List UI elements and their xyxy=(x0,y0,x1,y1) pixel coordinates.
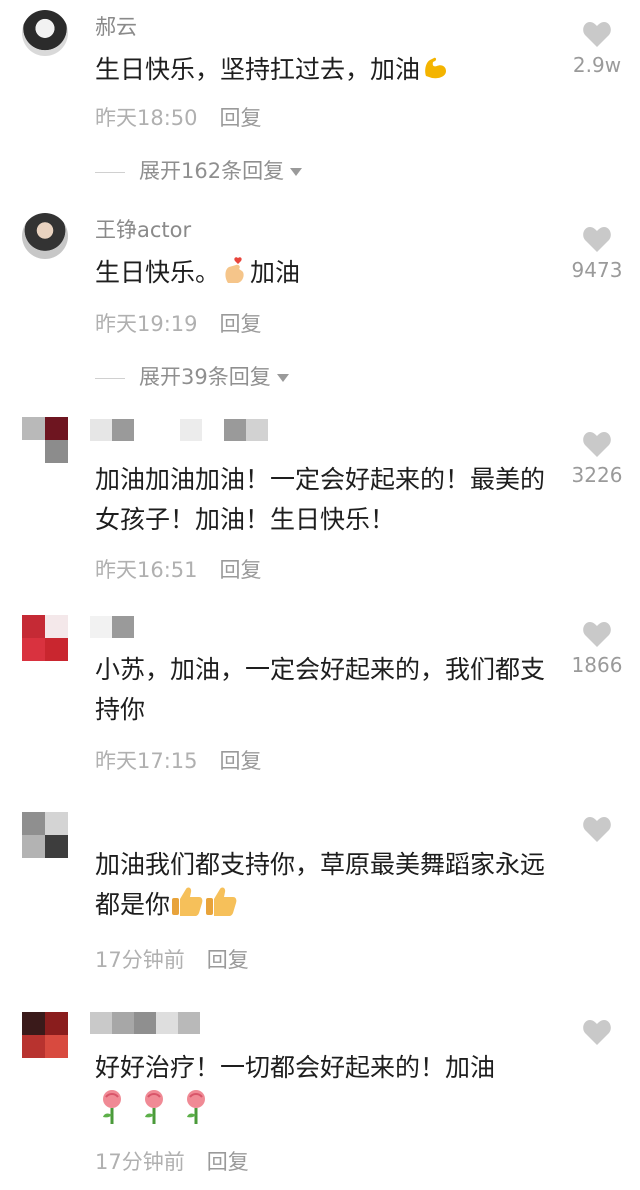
like-button[interactable]: 9473 xyxy=(562,225,632,283)
comment-username[interactable]: 王铮actor xyxy=(95,216,191,244)
heart-icon xyxy=(583,227,611,252)
like-count: 9473 xyxy=(571,258,623,282)
like-button[interactable]: 1866 xyxy=(562,620,632,678)
finger-heart-icon xyxy=(220,255,250,297)
expand-replies-label: 展开162条回复 xyxy=(139,159,285,183)
like-button[interactable] xyxy=(562,815,632,873)
comment-time: 17分钟前 xyxy=(95,948,185,972)
comment-meta: 17分钟前 回复 xyxy=(95,945,249,975)
comment-item: 王铮actor 生日快乐。 加油 昨天19:19 回复 展开39条回复 9473 xyxy=(0,205,640,405)
heart-icon xyxy=(583,817,611,842)
like-count xyxy=(562,847,632,873)
thumbs-up-icon xyxy=(204,885,238,929)
heart-icon xyxy=(583,22,611,47)
avatar[interactable] xyxy=(22,417,68,463)
heart-icon xyxy=(583,432,611,457)
comment-item: 好好治疗！一切都会好起来的！加油 17分钟前 回复 xyxy=(0,1000,640,1190)
comment-text: 加油我们都支持你，草原最美舞蹈家永远都是你 xyxy=(95,845,565,929)
like-count: 3226 xyxy=(571,463,623,487)
chevron-down-icon xyxy=(290,168,303,176)
comment-time: 昨天16:51 xyxy=(95,558,198,582)
comment-time: 17分钟前 xyxy=(95,1150,185,1174)
rose-icon xyxy=(179,1088,213,1138)
comment-meta: 昨天16:51 回复 xyxy=(95,555,262,585)
reply-button[interactable]: 回复 xyxy=(220,558,262,582)
expand-replies-label: 展开39条回复 xyxy=(139,365,271,389)
comment-text: 好好治疗！一切都会好起来的！加油 xyxy=(95,1048,565,1138)
avatar[interactable] xyxy=(22,615,68,661)
like-button[interactable]: 2.9w xyxy=(562,20,632,78)
username-redacted xyxy=(90,1012,200,1034)
like-count xyxy=(562,1050,632,1076)
like-count: 1866 xyxy=(571,653,623,677)
reply-button[interactable]: 回复 xyxy=(220,106,262,130)
comment-text: 小苏，加油，一定会好起来的，我们都支持你 xyxy=(95,655,546,724)
username-redacted xyxy=(90,419,268,441)
comment-username[interactable]: 郝云 xyxy=(95,13,137,41)
comment-time: 昨天18:50 xyxy=(95,106,198,130)
avatar[interactable] xyxy=(22,213,68,259)
comment-item: 加油加油加油！一定会好起来的！最美的女孩子！加油！生日快乐！ 昨天16:51 回复… xyxy=(0,405,640,610)
comment-time: 昨天19:19 xyxy=(95,312,198,336)
comment-item: 小苏，加油，一定会好起来的，我们都支持你 昨天17:15 回复 1866 xyxy=(0,610,640,800)
comment-item: 郝云 生日快乐，坚持扛过去，加油 昨天18:50 回复 展开162条回复 2.9w xyxy=(0,0,640,205)
rose-icon xyxy=(95,1088,129,1138)
rose-icon xyxy=(137,1088,171,1138)
heart-icon xyxy=(583,1020,611,1045)
divider-line xyxy=(95,377,125,379)
comment-text: 生日快乐。 加油 xyxy=(95,253,565,297)
reply-button[interactable]: 回复 xyxy=(220,312,262,336)
flexed-biceps-icon xyxy=(420,52,450,94)
reply-button[interactable]: 回复 xyxy=(207,948,249,972)
comment-time: 昨天17:15 xyxy=(95,749,198,773)
comment-item: 加油我们都支持你，草原最美舞蹈家永远都是你 17分钟前 回复 xyxy=(0,800,640,1000)
comment-text: 生日快乐，坚持扛过去，加油 xyxy=(95,50,565,94)
avatar[interactable] xyxy=(22,812,68,858)
expand-replies-button[interactable]: 展开39条回复 xyxy=(95,362,289,392)
username-redacted xyxy=(90,616,134,638)
divider-line xyxy=(95,171,125,173)
expand-replies-button[interactable]: 展开162条回复 xyxy=(95,156,303,186)
comment-meta: 昨天18:50 回复 xyxy=(95,103,262,133)
comment-meta: 昨天17:15 回复 xyxy=(95,746,262,776)
comment-meta: 17分钟前 回复 xyxy=(95,1147,249,1177)
like-button[interactable]: 3226 xyxy=(562,430,632,488)
chevron-down-icon xyxy=(276,374,289,382)
avatar[interactable] xyxy=(22,10,68,56)
like-count: 2.9w xyxy=(572,53,622,77)
reply-button[interactable]: 回复 xyxy=(220,749,262,773)
reply-button[interactable]: 回复 xyxy=(207,1150,249,1174)
thumbs-up-icon xyxy=(170,885,204,929)
comment-meta: 昨天19:19 回复 xyxy=(95,309,262,339)
like-button[interactable] xyxy=(562,1018,632,1076)
heart-icon xyxy=(583,622,611,647)
avatar[interactable] xyxy=(22,1012,68,1058)
comment-text: 加油加油加油！一定会好起来的！最美的女孩子！加油！生日快乐！ xyxy=(95,465,546,534)
